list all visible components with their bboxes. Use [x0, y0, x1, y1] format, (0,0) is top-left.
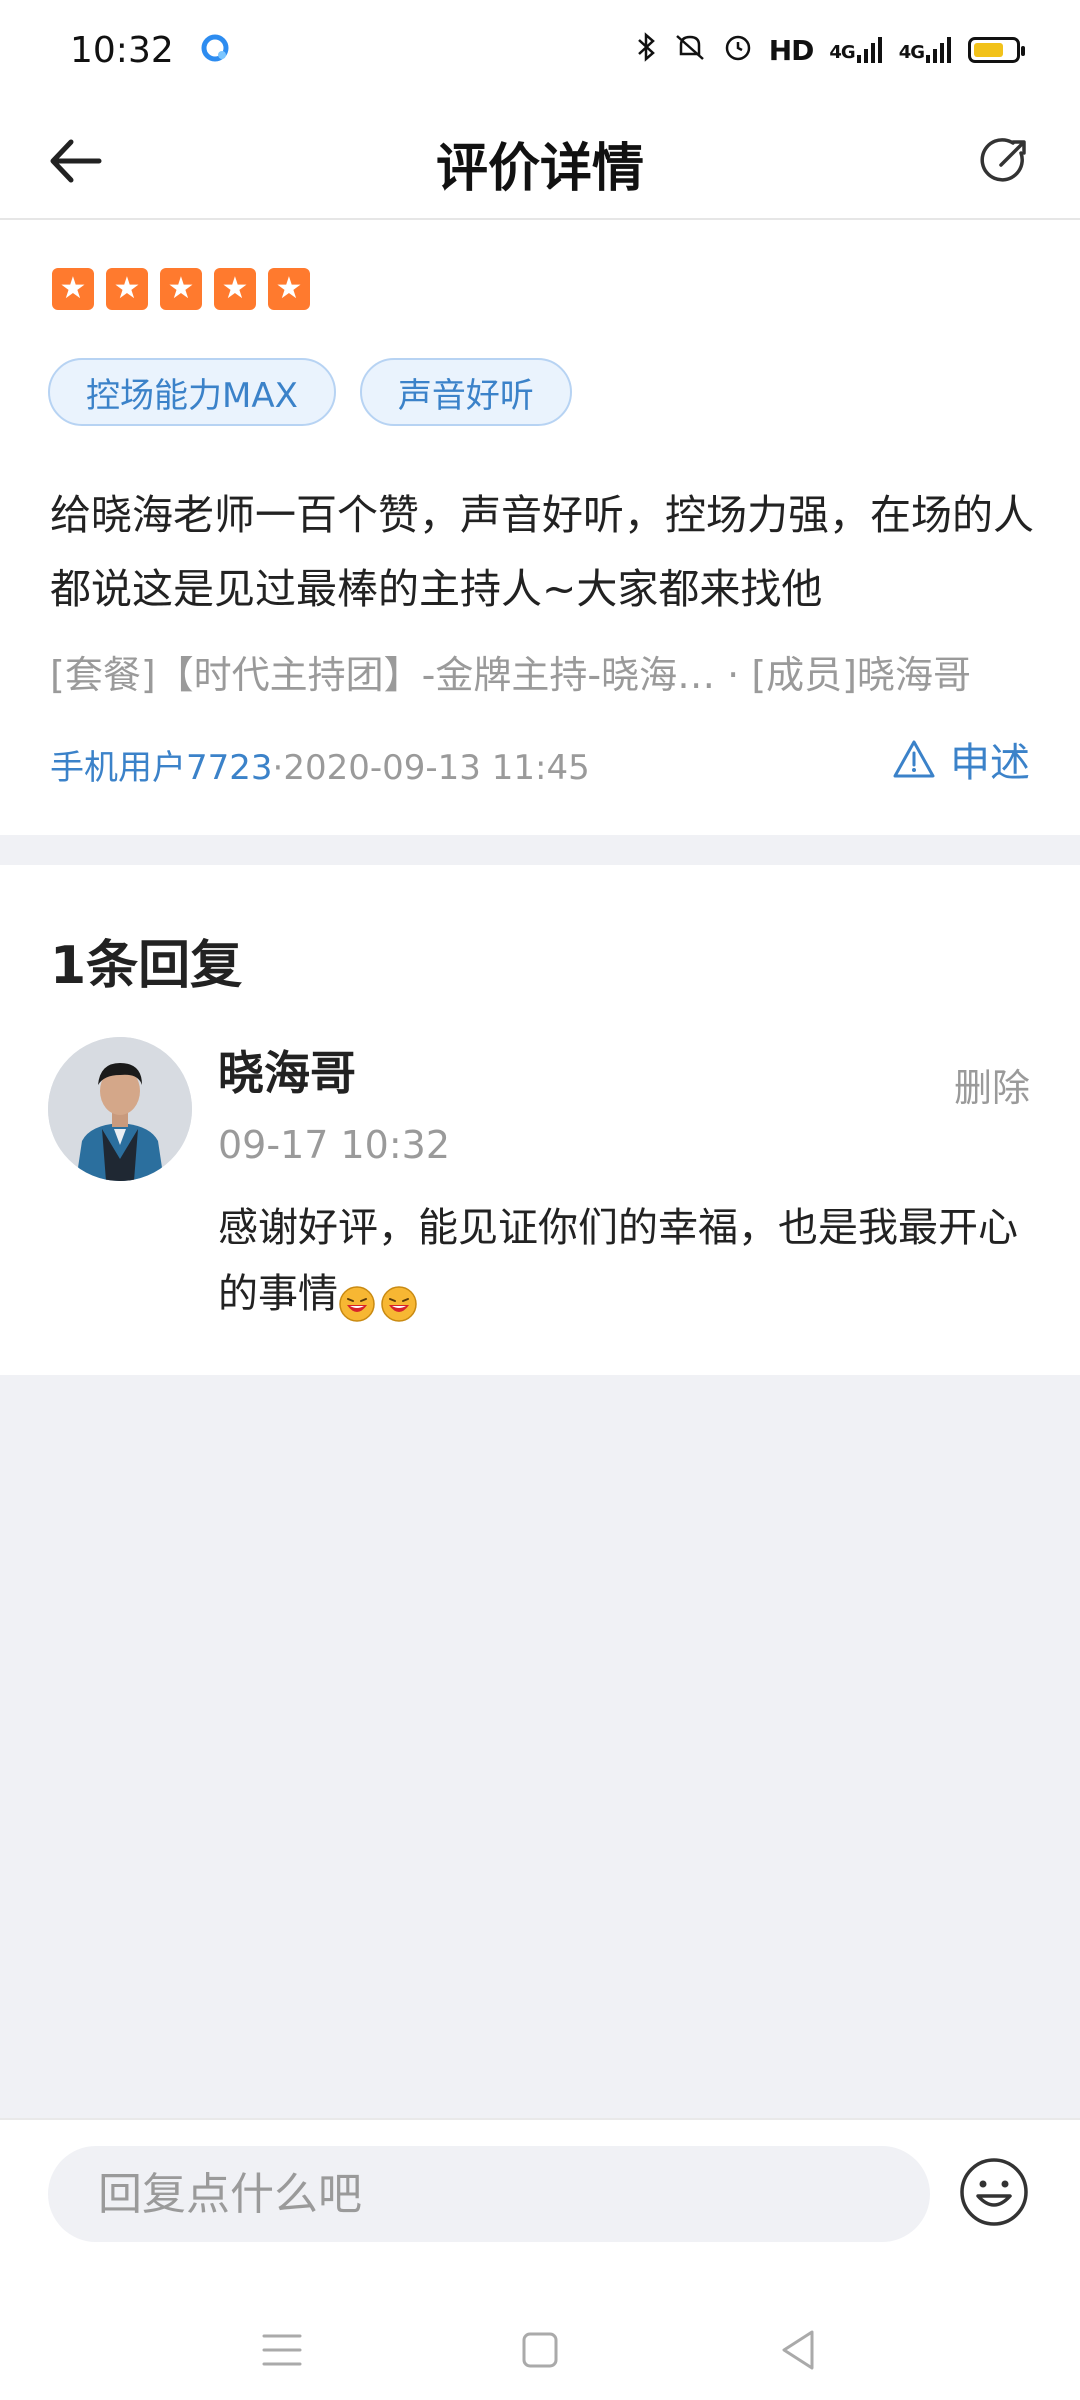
- review-meta: 手机用户7723·2020-09-13 11:45: [50, 740, 590, 789]
- package-info[interactable]: [套餐]【时代主持团】-金牌主持-晓海… · [成员]晓海哥: [50, 644, 1040, 699]
- star-icon: ★: [106, 268, 148, 310]
- review-tags: 控场能力MAX 声音好听: [48, 358, 572, 426]
- replies-section: 1条回复 晓海哥 删除 09-17 10:32 感谢好评，能见证你们的幸福，也是…: [0, 865, 1080, 1375]
- alarm-icon: [723, 32, 753, 69]
- page-title: 评价详情: [435, 139, 644, 199]
- review-tag: 控场能力MAX: [48, 358, 336, 426]
- reply-input[interactable]: [48, 2146, 930, 2242]
- bluetooth-icon: [635, 31, 657, 69]
- battery-icon: [968, 37, 1025, 63]
- back-nav-button[interactable]: [768, 2320, 828, 2380]
- system-nav-bar: [0, 2290, 1080, 2400]
- reply-content: 感谢好评，能见证你们的幸福，也是我最开心的事情: [218, 1195, 1038, 1327]
- star-icon: ★: [52, 268, 94, 310]
- share-icon: [980, 138, 1026, 182]
- signal-icon-2: 4G: [899, 37, 952, 63]
- mute-icon: [673, 32, 707, 69]
- star-icon: ★: [160, 268, 202, 310]
- emoji-button[interactable]: [958, 2156, 1030, 2228]
- smiley-icon: [960, 2158, 1028, 2226]
- reply-count: 1条回复: [50, 936, 243, 996]
- review-tag: 声音好听: [359, 358, 572, 426]
- report-label: 申述: [950, 740, 1030, 786]
- review-user[interactable]: 手机用户7723: [50, 748, 273, 788]
- report-button[interactable]: 申述: [892, 730, 1030, 788]
- reply-time: 09-17 10:32: [218, 1123, 451, 1167]
- menu-icon: [262, 2334, 302, 2366]
- home-square-icon: [522, 2332, 558, 2368]
- avatar[interactable]: [48, 1037, 192, 1181]
- hd-label: HD: [768, 33, 815, 67]
- signal-icon-1: 4G: [829, 37, 882, 63]
- review-datetime: ·2020-09-13 11:45: [272, 748, 590, 788]
- header: 评价详情: [0, 100, 1080, 220]
- review-card: ★ ★ ★ ★ ★ 控场能力MAX 声音好听 给晓海老师一百个赞，声音好听，控场…: [0, 220, 1080, 835]
- delete-reply-button[interactable]: 删除: [954, 1057, 1030, 1112]
- menu-nav-button[interactable]: [252, 2320, 312, 2380]
- laughing-emoji-icon: [338, 1277, 376, 1322]
- reply-author-name: 晓海哥: [218, 1046, 356, 1100]
- status-time: 10:32: [70, 29, 174, 71]
- share-button[interactable]: [970, 126, 1040, 196]
- warning-triangle-icon: [893, 740, 935, 778]
- home-nav-button[interactable]: [510, 2320, 570, 2380]
- star-icon: ★: [268, 268, 310, 310]
- status-bar: 10:32 HD 4G 4G: [0, 0, 1080, 100]
- star-rating: ★ ★ ★ ★ ★: [52, 268, 310, 310]
- review-text: 给晓海老师一百个赞，声音好听，控场力强，在场的人都说这是见过最棒的主持人~大家都…: [50, 491, 1034, 613]
- reply-bar: [0, 2118, 1080, 2400]
- back-triangle-icon: [782, 2330, 814, 2370]
- laughing-emoji-icon: [380, 1277, 418, 1322]
- browser-app-icon: [200, 33, 230, 67]
- star-icon: ★: [214, 268, 256, 310]
